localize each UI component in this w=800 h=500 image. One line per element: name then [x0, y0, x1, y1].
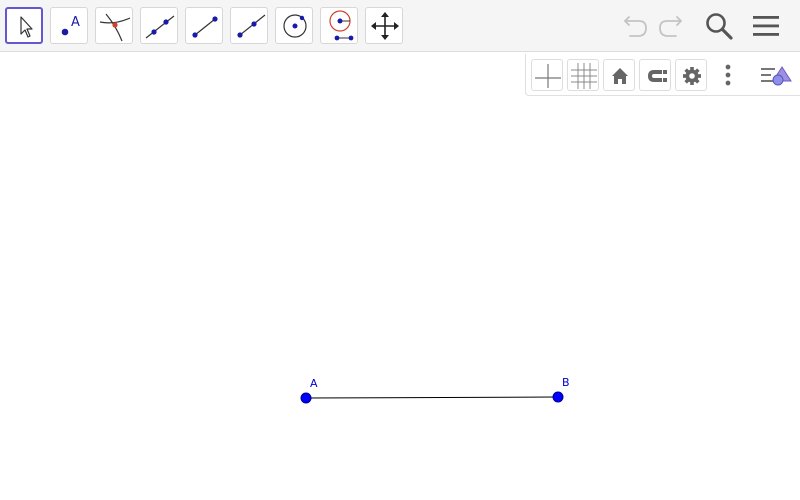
- point-b-label: B: [562, 376, 570, 389]
- graphics-view[interactable]: A B: [0, 0, 800, 500]
- point-b[interactable]: [552, 391, 564, 403]
- point-a-label: A: [310, 377, 318, 390]
- segment-ab[interactable]: [305, 396, 559, 399]
- point-a[interactable]: [300, 392, 312, 404]
